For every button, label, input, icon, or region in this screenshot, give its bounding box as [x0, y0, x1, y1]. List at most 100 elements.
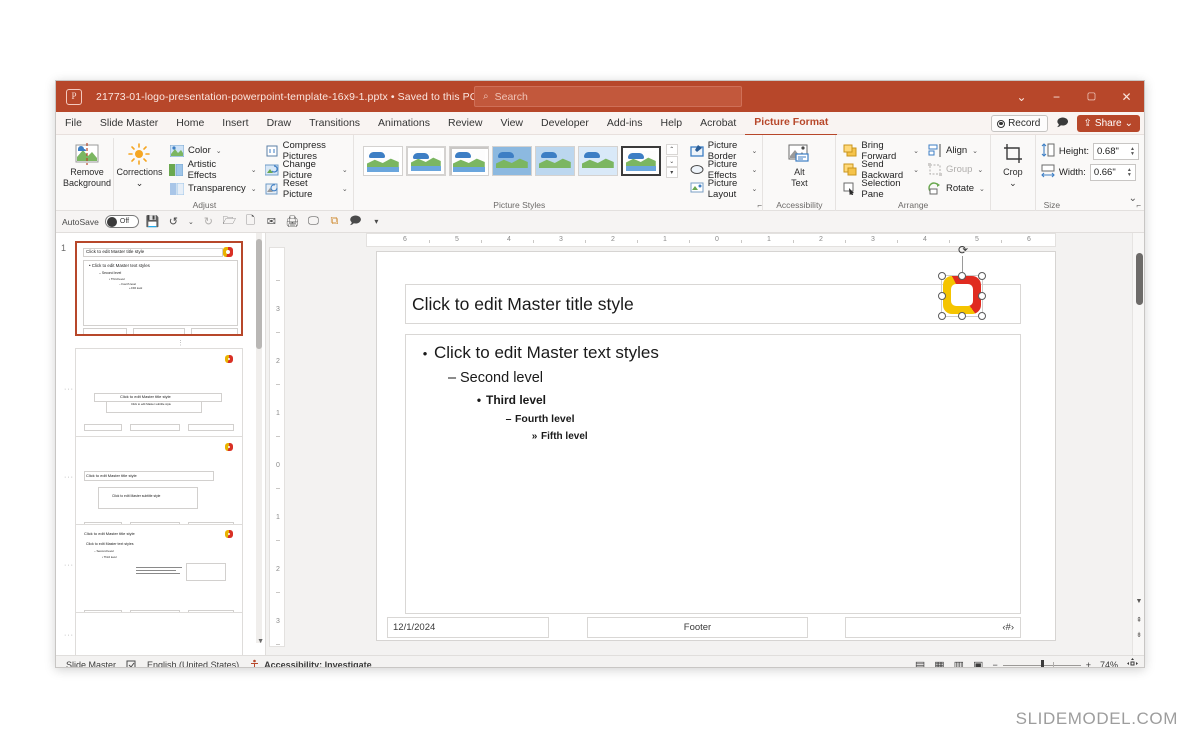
resize-handle-w[interactable]	[938, 292, 946, 300]
tab-add-ins[interactable]: Add-ins	[598, 112, 652, 135]
record-button[interactable]: Record	[991, 115, 1049, 132]
artistic-effects-button[interactable]: Artistic Effects ⌄	[169, 159, 257, 181]
slide-thumbnails-pane[interactable]: 1 Click to edit Master title style • Cli…	[56, 233, 266, 655]
tab-slide-master[interactable]: Slide Master	[91, 112, 167, 135]
fit-to-window-icon[interactable]	[1127, 658, 1138, 667]
save-icon[interactable]: 💾	[145, 215, 160, 228]
canvas-scrollbar-thumb[interactable]	[1136, 253, 1143, 305]
thumbnail-card-4[interactable]: Click to edit Master title style Click t…	[75, 524, 243, 619]
zoom-out-button[interactable]: −	[992, 660, 997, 667]
zoom-slider-track[interactable]	[1002, 659, 1081, 667]
zoom-in-button[interactable]: +	[1086, 660, 1091, 667]
tab-help[interactable]: Help	[652, 112, 692, 135]
email-icon[interactable]: ✉	[264, 215, 279, 228]
zoom-slider-knob[interactable]	[1040, 659, 1044, 667]
tab-insert[interactable]: Insert	[213, 112, 257, 135]
tab-transitions[interactable]: Transitions	[300, 112, 369, 135]
picture-layout-button[interactable]: Picture Layout ⌄	[690, 178, 757, 200]
thumbnail-card-2[interactable]: Click to edit Master title style Click t…	[75, 348, 243, 443]
rotate-button[interactable]: Rotate ⌄	[927, 180, 985, 197]
comment-icon[interactable]: 🗩	[1053, 114, 1071, 133]
picture-style-2[interactable]	[405, 146, 446, 176]
resize-handle-e[interactable]	[978, 292, 986, 300]
thumbnail-4[interactable]: ··· Click to edit Master title style Cli…	[64, 524, 243, 619]
title-placeholder[interactable]: Click to edit Master title style	[405, 284, 1021, 324]
compress-pictures-button[interactable]: Compress Pictures	[265, 140, 348, 162]
alt-text-button[interactable]: Alt Text	[768, 138, 830, 189]
crop-button[interactable]: Crop ⌄	[996, 138, 1030, 189]
search-box[interactable]: ⌕ Search	[474, 86, 742, 107]
double-down-icon[interactable]: ⇟	[1135, 631, 1143, 639]
slideshow-icon[interactable]: ▣	[973, 659, 983, 668]
color-button[interactable]: Color ⌄	[169, 142, 257, 159]
height-stepper[interactable]: ▲ ▼	[1130, 146, 1135, 157]
maximize-icon[interactable]: ▢	[1074, 81, 1109, 112]
body-placeholder[interactable]: • Click to edit Master text styles – Sec…	[405, 334, 1021, 614]
thumbnail-1[interactable]: 1 Click to edit Master title style • Cli…	[61, 240, 244, 347]
resize-handle-ne[interactable]	[978, 272, 986, 280]
change-picture-button[interactable]: Change Picture ⌄	[264, 159, 348, 181]
duplicate-icon[interactable]: ⧉	[327, 215, 342, 228]
canvas-scrollbar[interactable]: ▼ ⇞ ⇟	[1132, 233, 1144, 655]
date-placeholder[interactable]: 12/1/2024	[387, 617, 549, 638]
picture-style-4[interactable]	[491, 146, 532, 176]
gallery-scroll-up-icon[interactable]: ⌃	[665, 144, 678, 155]
thumbnail-scroll-down-icon[interactable]: ▼	[257, 638, 264, 645]
picture-effects-button[interactable]: Picture Effects ⌄	[690, 159, 757, 181]
open-icon[interactable]: 🗁	[222, 212, 237, 231]
spell-check-icon[interactable]	[126, 660, 137, 667]
slide-number-placeholder[interactable]: ‹#›	[845, 617, 1021, 638]
prev-slide-icon[interactable]: ▼	[1135, 598, 1143, 605]
resize-handle-sw[interactable]	[938, 312, 946, 320]
start-slideshow-icon[interactable]: 🖵	[306, 215, 321, 228]
normal-view-icon[interactable]: ▤	[915, 659, 925, 668]
saved-state[interactable]: Saved to this PC	[398, 91, 478, 103]
slide-sorter-icon[interactable]: ▦	[934, 659, 944, 668]
height-input[interactable]: 0.68" ▲ ▼	[1093, 143, 1139, 160]
accessibility-status[interactable]: Accessibility: Investigate	[249, 659, 372, 667]
accessibility-dialog-launcher[interactable]: ⌐	[757, 201, 762, 210]
redo-icon[interactable]: ↻	[201, 215, 216, 228]
tab-picture-format[interactable]: Picture Format	[745, 111, 838, 136]
picture-style-7[interactable]	[620, 146, 661, 176]
tab-animations[interactable]: Animations	[369, 112, 439, 135]
comment-icon[interactable]: 🗩	[348, 212, 363, 231]
thumbnail-2[interactable]: ··· Click to edit Master title style Cli…	[64, 348, 243, 443]
zoom-level-label[interactable]: 74%	[1100, 660, 1118, 667]
resize-handle-nw[interactable]	[938, 272, 946, 280]
resize-handle-se[interactable]	[978, 312, 986, 320]
width-input[interactable]: 0.66" ▲ ▼	[1089, 164, 1136, 181]
tab-home[interactable]: Home	[167, 112, 213, 135]
reset-picture-button[interactable]: Reset Picture ⌄	[265, 178, 348, 200]
zoom-slider[interactable]: − +	[992, 659, 1091, 667]
tab-acrobat[interactable]: Acrobat	[691, 112, 745, 135]
gallery-more-icon[interactable]: ▾	[665, 167, 678, 178]
gallery-scroll-down-icon[interactable]: ⌄	[665, 155, 678, 167]
autosave-toggle[interactable]: Off	[104, 215, 139, 228]
picture-style-1[interactable]	[362, 146, 403, 176]
ribbon-collapse-icon[interactable]: ⌄	[1129, 193, 1137, 204]
picture-style-3[interactable]	[448, 146, 489, 176]
picture-border-button[interactable]: Picture Border ⌄	[690, 140, 757, 162]
reading-view-icon[interactable]: ▥	[954, 659, 964, 668]
new-file-icon[interactable]: 🗋	[243, 212, 258, 231]
footer-placeholder[interactable]: Footer	[587, 617, 808, 638]
thumbnail-card-1[interactable]: Click to edit Master title style • Click…	[74, 240, 244, 337]
tab-draw[interactable]: Draw	[258, 112, 301, 135]
tab-file[interactable]: File	[56, 112, 91, 135]
rotate-handle-icon[interactable]: ⟳	[956, 243, 970, 257]
thumbnail-card-5[interactable]	[75, 612, 243, 655]
undo-icon[interactable]: ↺	[166, 215, 181, 228]
close-icon[interactable]: ✕	[1109, 81, 1144, 112]
quick-print-icon[interactable]: 🖨	[285, 215, 300, 228]
picture-style-5[interactable]	[534, 146, 575, 176]
help-diamond-icon[interactable]: ⌄	[1004, 81, 1039, 112]
tab-developer[interactable]: Developer	[532, 112, 598, 135]
slide-master-canvas[interactable]: Click to edit Master title style • Click…	[376, 243, 1056, 641]
send-backward-button[interactable]: Send Backward ⌄	[843, 159, 919, 181]
slide-canvas-area[interactable]: Click to edit Master title style • Click…	[285, 243, 1144, 655]
resize-handle-s[interactable]	[958, 312, 966, 320]
selection-pane-button[interactable]: Selection Pane	[843, 178, 919, 200]
selected-logo-image[interactable]: ⟳	[937, 243, 987, 321]
thumbnail-scrollbar-thumb[interactable]	[256, 239, 262, 349]
